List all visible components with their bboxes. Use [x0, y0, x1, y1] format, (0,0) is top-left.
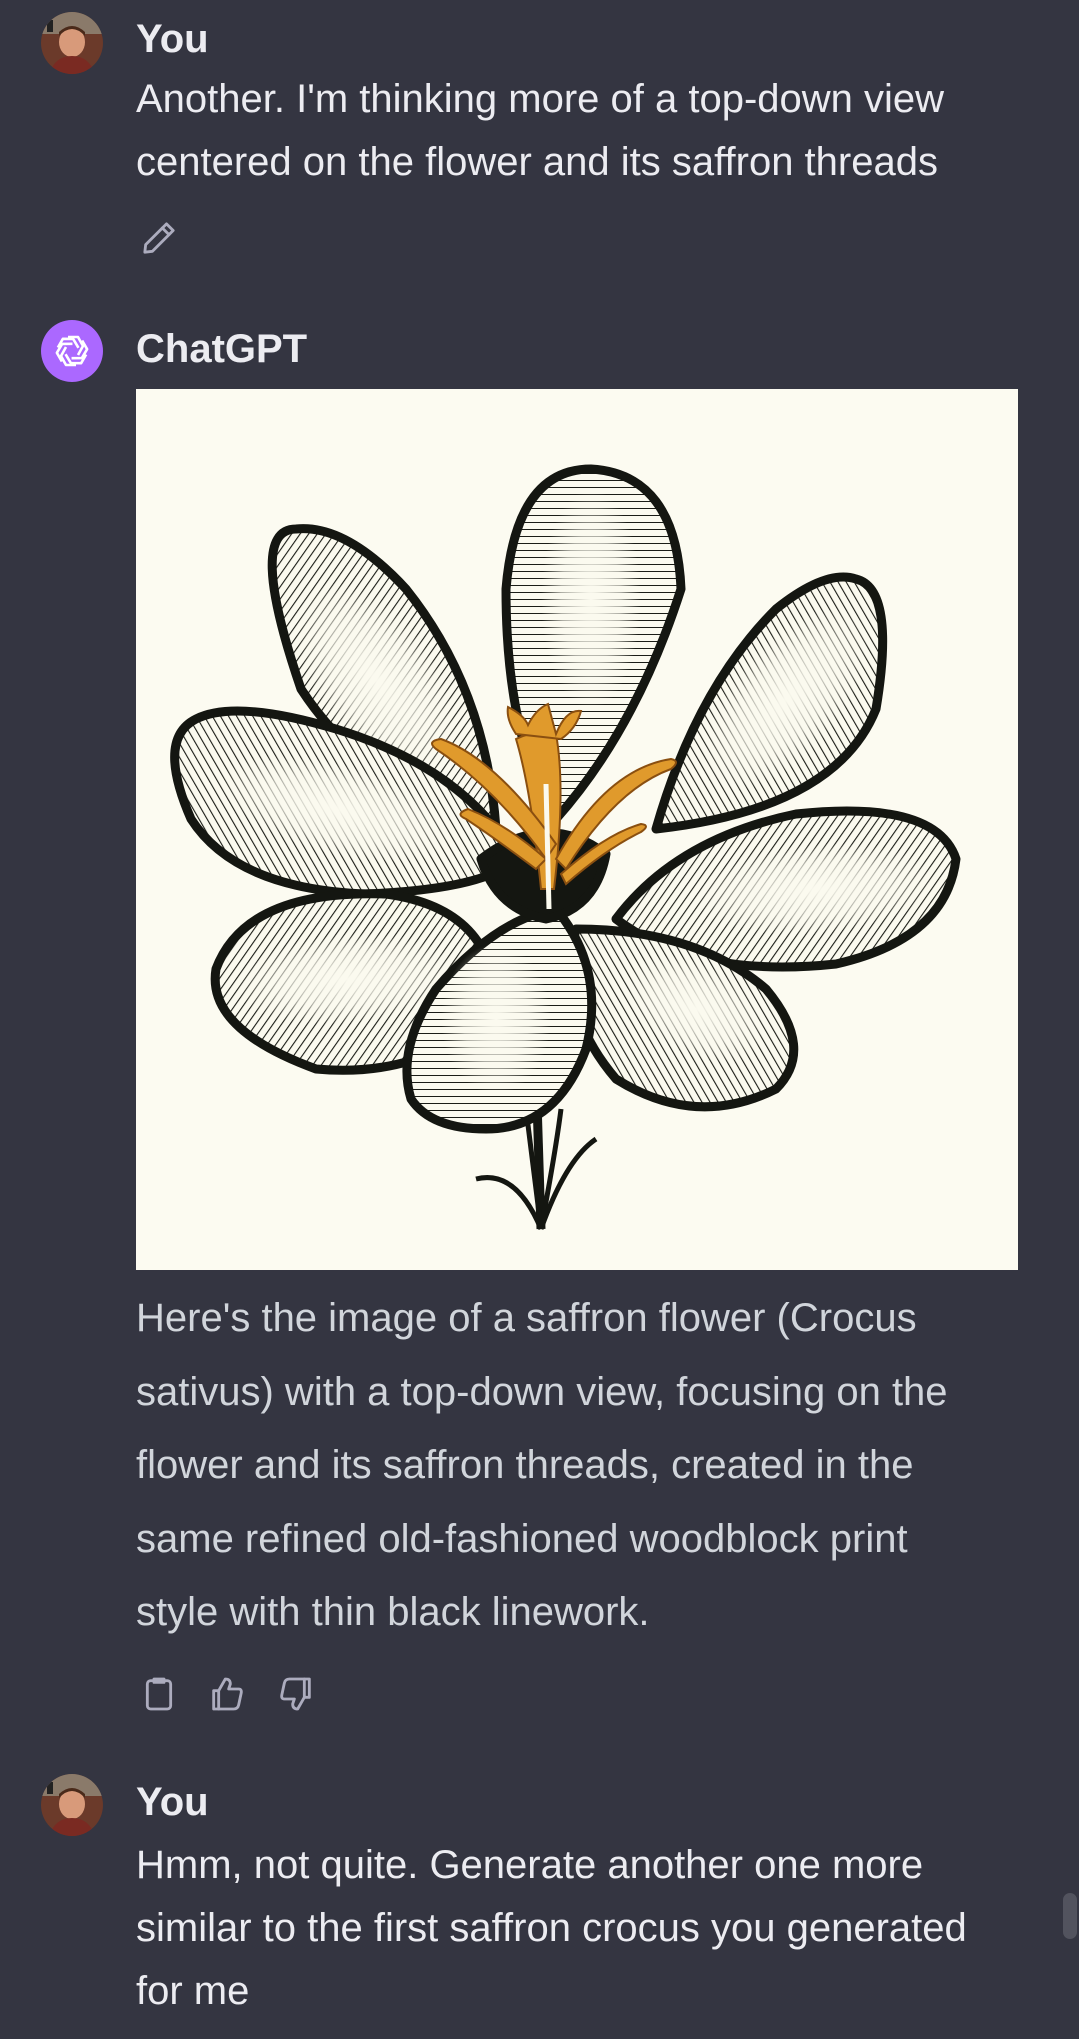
- pencil-icon: [143, 222, 175, 254]
- assistant-message-text: Here's the image of a saffron flower (Cr…: [136, 1282, 1036, 1650]
- clipboard-icon: [145, 1677, 173, 1711]
- scrollbar-thumb[interactable]: [1063, 1893, 1077, 1939]
- text-line: flower and its saffron threads, created …: [136, 1443, 914, 1487]
- user-avatar: [41, 1774, 103, 1836]
- user-message-2: You Hmm, not quite. Generate another one…: [0, 1760, 1079, 2039]
- user-message-text: Another. I'm thinking more of a top-down…: [136, 68, 1036, 194]
- text-line: Another. I'm thinking more of a top-down…: [136, 77, 945, 121]
- generated-image[interactable]: [136, 389, 1018, 1270]
- thumbs-down-icon: [280, 1677, 311, 1711]
- saffron-crocus-illustration: [170, 464, 961, 1230]
- edit-message-button[interactable]: [137, 216, 181, 260]
- text-line: similar to the first saffron crocus you …: [136, 1906, 967, 1950]
- text-line: style with thin black linework.: [136, 1590, 650, 1634]
- text-line: Hmm, not quite. Generate another one mor…: [136, 1843, 924, 1887]
- thumbs-up-button[interactable]: [205, 1672, 249, 1716]
- text-line: Here's the image of a saffron flower (Cr…: [136, 1296, 917, 1340]
- openai-logo-icon: [55, 335, 89, 367]
- user-avatar: [41, 12, 103, 74]
- copy-button[interactable]: [137, 1672, 181, 1716]
- user-message-1: You Another. I'm thinking more of a top-…: [0, 0, 1079, 270]
- chatgpt-avatar: [41, 320, 103, 382]
- user-message-text: Hmm, not quite. Generate another one mor…: [136, 1834, 1036, 2023]
- message-author: You: [136, 1780, 209, 1824]
- text-line: for me: [136, 1969, 250, 2013]
- message-author: ChatGPT: [136, 327, 308, 371]
- thumbs-down-button[interactable]: [274, 1672, 318, 1716]
- thumbs-up-icon: [212, 1677, 243, 1711]
- text-line: sativus) with a top-down view, focusing …: [136, 1369, 948, 1414]
- text-line: same refined old-fashioned woodblock pri…: [136, 1516, 908, 1561]
- text-line: centered on the flower and its saffron t…: [136, 140, 938, 184]
- message-author: You: [136, 17, 209, 61]
